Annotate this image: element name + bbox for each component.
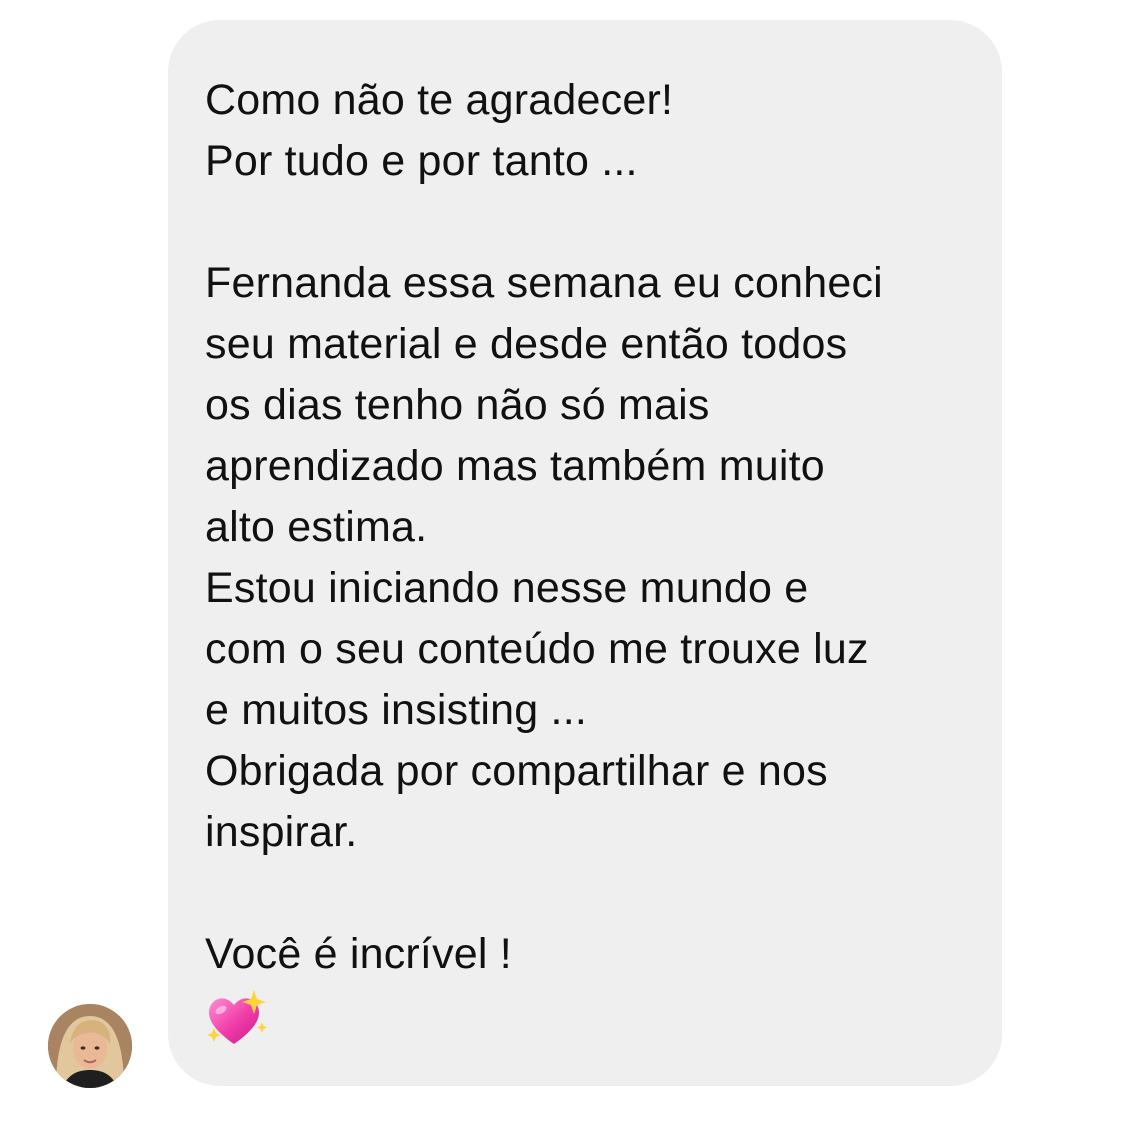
message-line: Você é incrível ! xyxy=(205,930,512,978)
message-line: alto estima. xyxy=(205,503,428,551)
message-blank-line xyxy=(205,192,972,253)
message-line: inspirar. xyxy=(205,808,358,856)
message-line: com o seu conteúdo me trouxe luz xyxy=(205,625,869,673)
message-line: e muitos insisting ... xyxy=(205,686,587,734)
avatar[interactable] xyxy=(48,1004,132,1088)
message-line: Estou iniciando nesse mundo e xyxy=(205,564,809,612)
message-blank-line xyxy=(205,863,972,924)
message-line: seu material e desde então todos xyxy=(205,320,848,368)
message-line: os dias tenho não só mais xyxy=(205,381,710,429)
message-line: Fernanda essa semana eu conheci xyxy=(205,259,883,307)
message-line: Por tudo e por tanto ... xyxy=(205,137,638,185)
sparkling-heart-icon xyxy=(204,988,268,1052)
message-line: Como não te agradecer! xyxy=(205,76,674,124)
message-line: Obrigada por compartilhar e nos xyxy=(205,747,828,795)
message-line: aprendizado mas também muito xyxy=(205,442,825,490)
message-bubble[interactable]: Como não te agradecer! Por tudo e por ta… xyxy=(168,20,1002,1086)
